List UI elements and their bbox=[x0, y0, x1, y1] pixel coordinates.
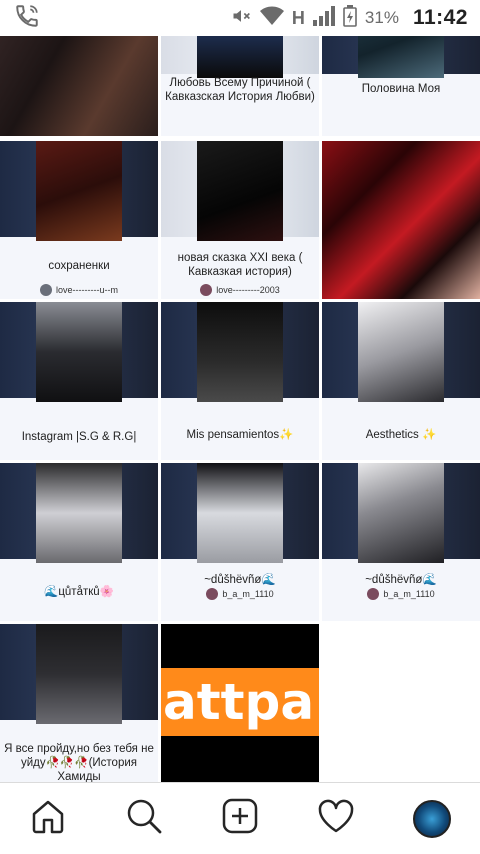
story-author: love---------u--m bbox=[4, 283, 154, 297]
phone-call-icon bbox=[14, 3, 40, 34]
story-tile[interactable]: сохраненки love---------u--m bbox=[0, 141, 158, 299]
story-title: новая сказка XXI века ( Кавказкая истори… bbox=[177, 252, 303, 278]
nav-profile[interactable] bbox=[402, 789, 462, 849]
cover-image bbox=[36, 302, 122, 402]
author-name: love---------u--m bbox=[56, 285, 118, 295]
story-tile[interactable]: Я все пройду,но без тебя не уйду🥀🥀🥀(Исто… bbox=[0, 624, 158, 782]
story-title: Instagram |S.G & R.G| bbox=[21, 431, 137, 443]
story-tile[interactable]: Mis pensamientos✨ bbox=[161, 302, 319, 460]
author-name: b_a_m_1110 bbox=[383, 589, 435, 599]
story-author: b_a_m_1110 bbox=[326, 587, 476, 601]
app-screen: H 31% 11:42 Любовь Всему Причиной ( Кавк… bbox=[0, 0, 480, 854]
cover-image bbox=[36, 624, 122, 724]
cover-image bbox=[36, 463, 122, 563]
story-tile[interactable]: 🌊цůтåткů🌸 bbox=[0, 463, 158, 621]
nav-search[interactable] bbox=[114, 789, 174, 849]
story-title: 🌊цůтåткů🌸 bbox=[44, 586, 114, 598]
author-avatar bbox=[40, 284, 52, 296]
story-tile[interactable]: Instagram |S.G & R.G| bbox=[0, 302, 158, 460]
heart-icon bbox=[316, 796, 356, 841]
clock: 11:42 bbox=[412, 6, 468, 29]
cover-image bbox=[197, 141, 283, 241]
story-grid: Любовь Всему Причиной ( Кавказская Истор… bbox=[0, 36, 480, 782]
story-tile[interactable]: новая сказка XXI века ( Кавказкая истори… bbox=[161, 141, 319, 299]
story-title: Mis pensamientos✨ bbox=[186, 429, 294, 441]
profile-avatar bbox=[413, 799, 451, 838]
author-name: b_a_m_1110 bbox=[222, 589, 274, 599]
cover-image bbox=[358, 36, 444, 78]
nav-activity[interactable] bbox=[306, 789, 366, 849]
story-title: ~důšhëvñø🌊 bbox=[204, 574, 276, 586]
story-title: Я все пройду,но без тебя не уйду🥀🥀🥀(Исто… bbox=[4, 743, 154, 782]
cover-image bbox=[322, 141, 480, 299]
status-bar: H 31% 11:42 bbox=[0, 0, 480, 36]
story-title: Половина Моя bbox=[361, 83, 441, 95]
mute-icon bbox=[230, 6, 252, 31]
story-tile[interactable]: Aesthetics ✨ bbox=[322, 302, 480, 460]
battery-charging-icon bbox=[343, 4, 357, 32]
cover-image bbox=[197, 302, 283, 402]
nav-home[interactable] bbox=[18, 789, 78, 849]
story-tile[interactable] bbox=[322, 141, 480, 299]
story-tile[interactable] bbox=[0, 36, 158, 136]
story-title: ~důšhëvñø🌊 bbox=[365, 574, 437, 586]
home-icon bbox=[28, 796, 68, 841]
cover-image bbox=[197, 463, 283, 563]
story-tile[interactable]: ~důšhëvñø🌊 b_a_m_1110 bbox=[322, 463, 480, 621]
story-tile[interactable]: Любовь Всему Причиной ( Кавказская Истор… bbox=[161, 36, 319, 136]
add-icon bbox=[220, 796, 260, 841]
cover-image bbox=[197, 36, 283, 78]
story-tile[interactable]: ~důšhëvñø🌊 b_a_m_1110 bbox=[161, 463, 319, 621]
story-author: b_a_m_1110 bbox=[165, 587, 315, 601]
author-avatar bbox=[200, 284, 213, 296]
bottom-nav bbox=[0, 782, 480, 854]
story-title: Любовь Всему Причиной ( Кавказская Истор… bbox=[165, 77, 315, 103]
story-tile[interactable]: Половина Моя bbox=[322, 36, 480, 136]
cover-image bbox=[358, 302, 444, 402]
nav-add[interactable] bbox=[210, 789, 270, 849]
wattpad-logo-text: attpa bbox=[163, 673, 315, 731]
network-type-label: H bbox=[291, 7, 305, 28]
battery-percent: 31% bbox=[364, 8, 399, 27]
story-author: love---------2003 bbox=[165, 283, 315, 297]
author-avatar bbox=[206, 588, 219, 600]
cover-image bbox=[0, 36, 158, 136]
cover-image bbox=[358, 463, 444, 563]
story-title: Aesthetics ✨ bbox=[365, 429, 437, 441]
author-avatar bbox=[367, 588, 380, 600]
story-tile[interactable]: attpa bbox=[161, 624, 319, 782]
story-title: сохраненки bbox=[48, 260, 110, 272]
author-name: love---------2003 bbox=[216, 285, 280, 295]
cover-image bbox=[36, 141, 122, 241]
wifi-icon bbox=[259, 6, 284, 31]
signal-icon bbox=[312, 5, 335, 31]
search-icon bbox=[124, 796, 164, 841]
